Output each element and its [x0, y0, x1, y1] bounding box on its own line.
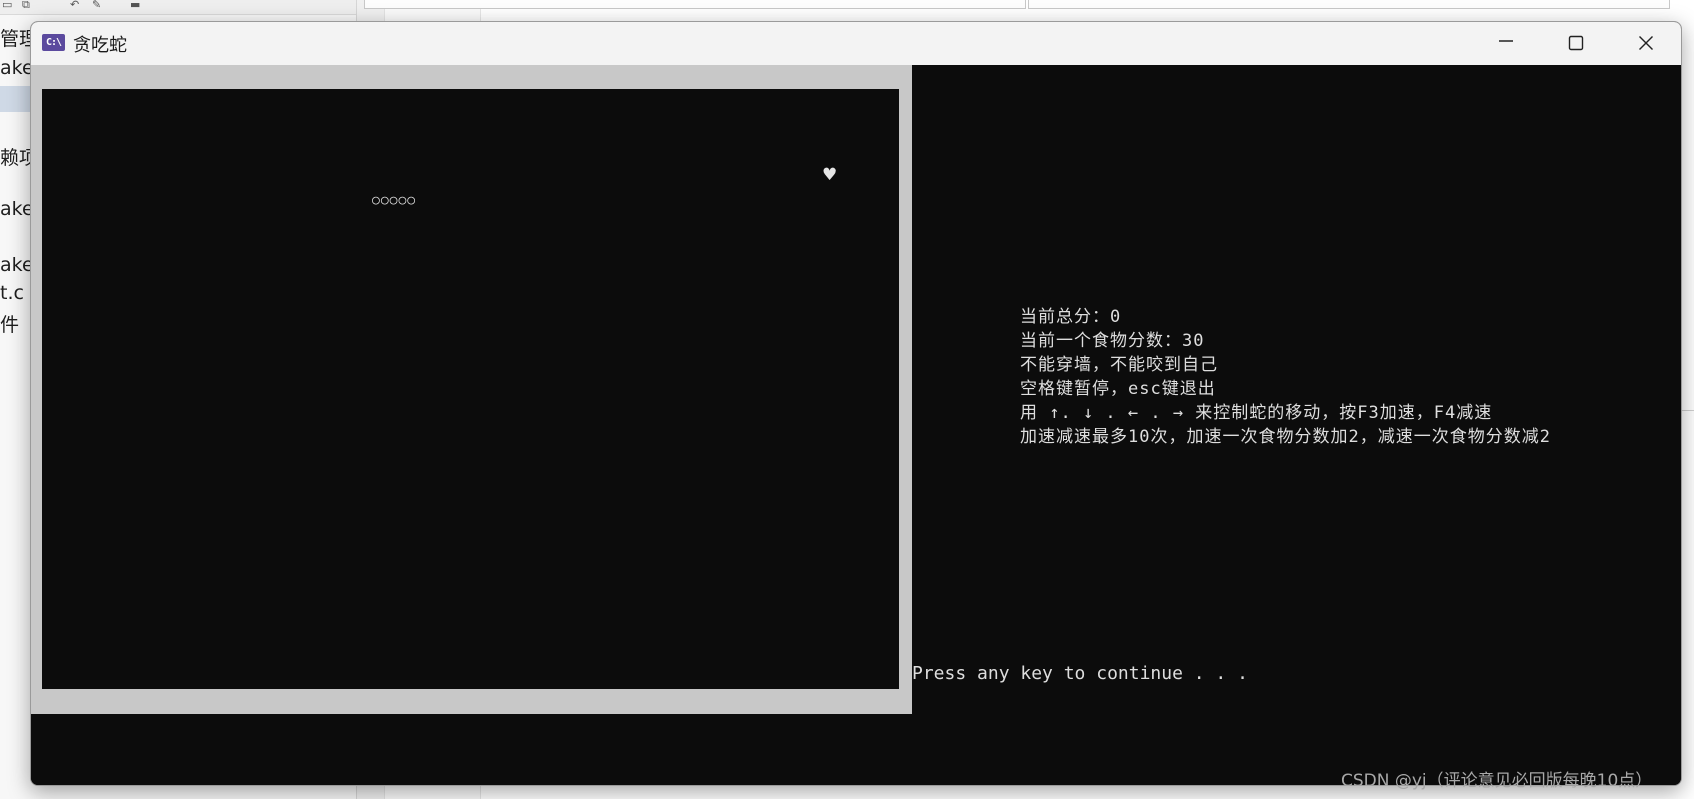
rule-text: 不能穿墙，不能咬到自己: [1020, 355, 1218, 375]
explorer-item[interactable]: t.c: [0, 282, 24, 304]
maximize-icon: [1568, 35, 1584, 51]
toolbar-icon[interactable]: ▬: [130, 0, 140, 10]
close-icon: [1639, 36, 1653, 50]
explorer-selected-row: [0, 86, 30, 112]
close-button[interactable]: [1611, 22, 1681, 65]
maximize-button[interactable]: [1541, 22, 1611, 65]
game-info-panel: 当前总分：0 当前一个食物分数：30 不能穿墙，不能咬到自己 空格键暂停，esc…: [1020, 305, 1551, 449]
speed-hint: 加速减速最多10次，加速一次食物分数加2，减速一次食物分数减2: [1020, 427, 1551, 447]
food-heart-icon: ♥: [822, 165, 838, 185]
divider: [1680, 410, 1694, 411]
watermark: CSDN @yj（评论意见必回版每晚10点）: [1341, 771, 1653, 791]
desktop: ▭ ⧉ ↶ ✎ ▬ 管理 ake' 赖项 ake.l ake.c t.c 件 C…: [0, 0, 1694, 799]
toolbar-icon[interactable]: ✎: [92, 0, 101, 10]
title-bar[interactable]: C:\ 贪吃蛇: [31, 22, 1681, 65]
window-title: 贪吃蛇: [73, 35, 127, 56]
explorer-item[interactable]: 件: [0, 310, 19, 337]
game-board-border: ○○○○○ ♥: [31, 65, 912, 714]
minimize-icon: [1499, 40, 1513, 42]
controls-hint: 用 ↑. ↓ . ← . → 来控制蛇的移动，按F3加速，F4减速: [1020, 403, 1493, 423]
continue-prompt: Press any key to continue . . .: [912, 663, 1248, 684]
minimize-button[interactable]: [1471, 22, 1541, 65]
toolbar-icon[interactable]: ▭: [2, 0, 12, 10]
current-score: 当前总分：0: [1020, 307, 1122, 327]
game-field: ○○○○○ ♥: [42, 89, 899, 689]
editor-nav-dropdown[interactable]: [1028, 0, 1670, 9]
console-output[interactable]: ○○○○○ ♥ 当前总分：0 当前一个食物分数：30 不能穿墙，不能咬到自己 空…: [31, 65, 1681, 785]
toolbar-icon[interactable]: ⧉: [22, 0, 30, 10]
food-score: 当前一个食物分数：30: [1020, 331, 1205, 351]
ide-toolbar: ▭ ⧉ ↶ ✎ ▬: [0, 0, 356, 15]
snake: ○○○○○: [372, 193, 417, 208]
pause-exit-hint: 空格键暂停，esc键退出: [1020, 379, 1216, 399]
console-app-icon: C:\: [42, 34, 65, 51]
console-window[interactable]: C:\ 贪吃蛇 ○○○○○ ♥ 当前总分：0 当前一个食物分数：30 不能穿墙，…: [30, 21, 1682, 786]
editor-nav-dropdown[interactable]: [364, 0, 1026, 9]
toolbar-icon[interactable]: ↶: [70, 0, 79, 10]
